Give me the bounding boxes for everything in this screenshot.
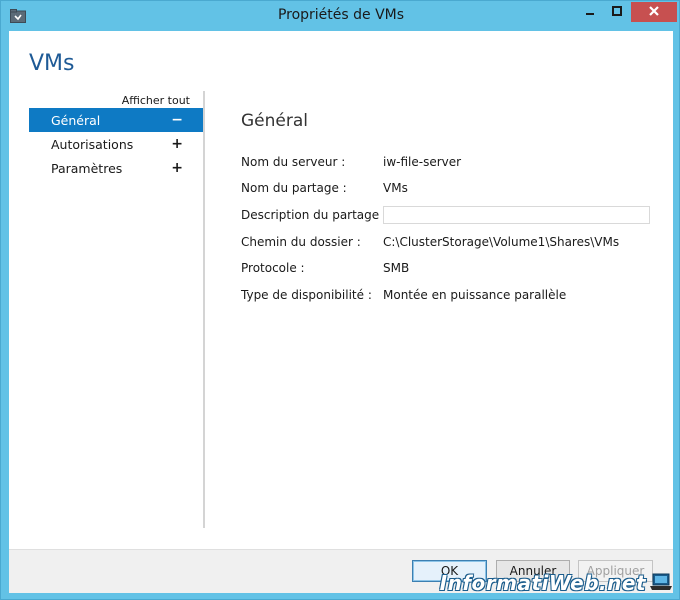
nav-item-label: Autorisations [51, 136, 134, 152]
availability-type-label: Type de disponibilité : [241, 288, 372, 302]
protocol-label: Protocole : [241, 261, 305, 275]
collapse-icon: − [171, 112, 183, 128]
maximize-button[interactable] [604, 2, 630, 22]
close-icon [648, 5, 660, 20]
availability-type-value: Montée en puissance parallèle [383, 288, 567, 302]
nav-item-permissions[interactable]: Autorisations + [29, 132, 203, 156]
dialog-client-area: VMs Afficher tout Général − Autorisation… [9, 31, 673, 593]
minimize-icon [585, 5, 595, 19]
share-description-input[interactable] [383, 206, 650, 224]
share-name-label: Nom du partage : [241, 181, 347, 195]
expand-icon: + [171, 160, 183, 176]
server-name-label: Nom du serveur : [241, 155, 346, 169]
share-description-label: Description du partage : [241, 208, 388, 222]
section-title: Général [241, 111, 308, 131]
watermark-text: InformatiWeb.net [439, 571, 646, 595]
show-all-link[interactable]: Afficher tout [122, 94, 190, 107]
properties-window: Propriétés de VMs VMs Afficher tout Géné… [0, 0, 680, 600]
minimize-button[interactable] [576, 2, 603, 22]
nav-item-label: Général [51, 112, 101, 128]
nav-item-general[interactable]: Général − [29, 108, 203, 132]
page-title: VMs [29, 51, 75, 76]
nav-item-settings[interactable]: Paramètres + [29, 156, 203, 180]
server-name-value: iw-file-server [383, 155, 462, 169]
share-name-value: VMs [383, 181, 408, 195]
panel-splitter[interactable] [203, 91, 205, 528]
maximize-icon [612, 5, 622, 19]
folder-path-value: C:\ClusterStorage\Volume1\Shares\VMs [383, 235, 620, 249]
folder-path-label: Chemin du dossier : [241, 235, 361, 249]
nav-item-label: Paramètres [51, 160, 123, 176]
watermark: InformatiWeb.net [440, 571, 673, 595]
protocol-value: SMB [383, 261, 410, 275]
title-bar[interactable]: Propriétés de VMs [1, 1, 680, 31]
laptop-logo-icon [649, 572, 673, 595]
close-button[interactable] [631, 2, 677, 22]
expand-icon: + [171, 136, 183, 152]
